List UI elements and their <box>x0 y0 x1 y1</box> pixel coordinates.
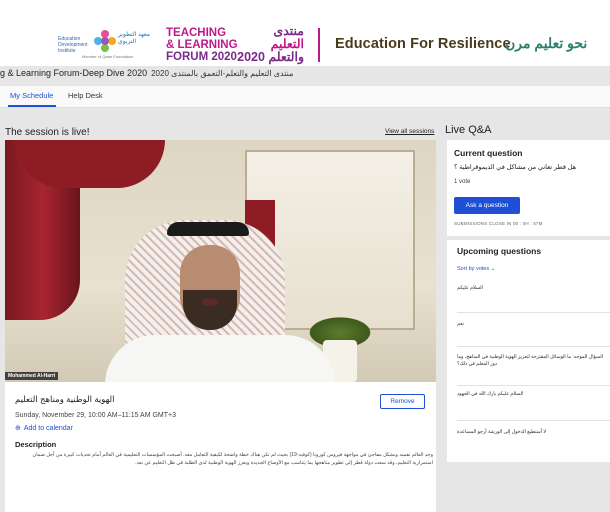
forum-title: g & Learning Forum-Deep Dive 2020 منتدى ا… <box>0 68 293 78</box>
event-banner: Education Development Institute معهد الت… <box>0 0 610 66</box>
edi-name-en: Education Development Institute <box>58 36 88 54</box>
edi-flower-icon <box>94 30 116 52</box>
banner-divider <box>318 28 320 62</box>
upcoming-question-item[interactable]: السلام عليكم <box>457 286 609 293</box>
ask-question-button[interactable]: Ask a question <box>454 197 520 214</box>
upcoming-questions-card: Upcoming questions Sort by votes ⌄ السلا… <box>447 240 610 462</box>
nav-my-schedule[interactable]: My Schedule <box>10 91 53 100</box>
current-question-text: هل قطر تعاني من مشاكل في الديموقراطية ؟ <box>454 164 577 171</box>
question-divider <box>457 420 610 421</box>
forum-logo-ar: منتدى التعليم والتعلم 2020 <box>234 25 304 64</box>
speaker-name-tag: Mohammed Al-Harri <box>5 372 59 380</box>
upcoming-question-item[interactable]: السؤال الموجه: ما الوسائل المقترحة لتعزي… <box>457 355 609 368</box>
edi-logo: Education Development Institute معهد الت… <box>58 28 158 62</box>
session-live-label: The session is live! <box>5 127 90 138</box>
plus-circle-icon: ⊕ <box>15 425 21 432</box>
add-to-calendar-link[interactable]: ⊕ Add to calendar <box>15 424 73 432</box>
speaker-mouth <box>202 298 218 306</box>
submissions-countdown: SUBMISSIONS CLOSE IN 00 : 0H : 57M <box>454 221 543 226</box>
view-all-sessions-link[interactable]: View all sessions <box>385 128 434 135</box>
resilience-title-en: Education For Resilience <box>335 36 511 52</box>
question-divider <box>457 385 610 386</box>
resilience-title-ar: نحو تعليم مرن <box>505 35 588 51</box>
speaker-agal <box>167 222 249 236</box>
top-nav: My Schedule Help Desk <box>0 86 610 108</box>
upcoming-question-item[interactable]: السلام عليكم بارك الله في الجهود <box>457 392 609 399</box>
nav-active-indicator <box>8 105 56 107</box>
forum-logo-ar-line3: والتعلم 2020 <box>237 50 304 64</box>
forum-title-ar: منتدى التعليم والتعلم-التعمق بالمنتدى 20… <box>151 69 294 78</box>
upcoming-question-item[interactable]: نعم <box>457 322 609 329</box>
chevron-down-icon: ⌄ <box>490 266 496 272</box>
upcoming-question-item[interactable]: لا أستطيع الدخول إلى الورشة أرجو المساعد… <box>457 430 609 437</box>
session-video[interactable]: Mohammed Al-Harri <box>5 140 436 382</box>
question-divider <box>457 312 610 313</box>
nav-help-desk[interactable]: Help Desk <box>68 91 103 100</box>
question-divider <box>457 346 610 347</box>
edi-tagline: Member of Qatar Foundation <box>82 54 134 59</box>
session-date: Sunday, November 29, 10:00 AM–11:15 AM G… <box>15 412 177 419</box>
add-to-calendar-label: Add to calendar <box>23 425 73 432</box>
edi-name-ar: معهد التطوير التربوي <box>118 32 150 45</box>
session-title: الهوية الوطنية ومناهج التعليم <box>15 394 115 404</box>
session-details: الهوية الوطنية ومناهج التعليم Remove Sun… <box>5 382 436 512</box>
sort-dropdown[interactable]: Sort by votes ⌄ <box>457 266 495 272</box>
current-question-card: Current question هل قطر تعاني من مشاكل ف… <box>447 140 610 236</box>
upcoming-questions-heading: Upcoming questions <box>457 246 542 256</box>
current-question-heading: Current question <box>454 148 523 158</box>
description-heading: Description <box>15 440 57 449</box>
live-qa-title: Live Q&A <box>445 124 492 136</box>
sort-label: Sort by votes <box>457 266 490 272</box>
vote-count: 1 vote <box>454 179 471 185</box>
forum-title-en: g & Learning Forum-Deep Dive 2020 <box>0 68 148 78</box>
speaker-body <box>105 335 335 382</box>
description-text: وجد العالم نفسه وبشكل مفاجئ في مواجهة في… <box>32 452 433 466</box>
remove-button[interactable]: Remove <box>380 394 425 409</box>
